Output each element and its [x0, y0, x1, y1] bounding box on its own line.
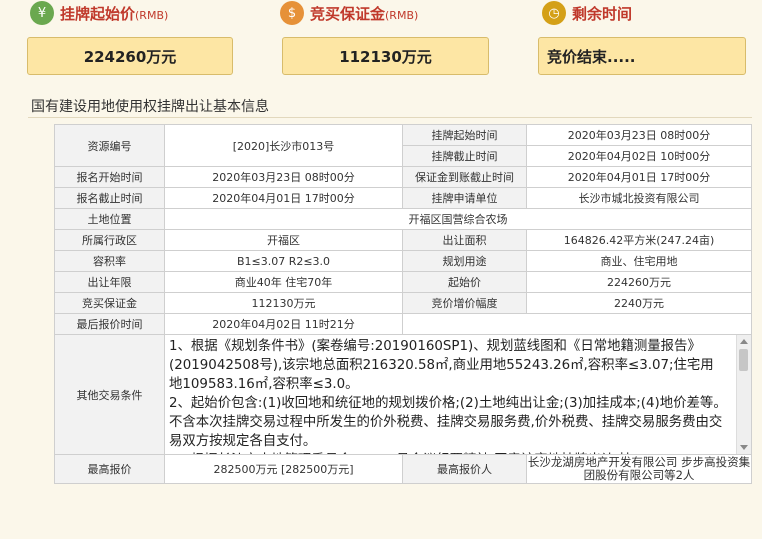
term-label: 出让年限 [54, 271, 165, 293]
table-row: 报名开始时间 2020年03月23日 08时00分 保证金到账截止时间 2020… [54, 166, 752, 188]
start-price-box: 224260万元 [27, 37, 233, 75]
start-price-row-value: 224260万元 [526, 271, 752, 293]
table-row: 容积率 B1≤3.07 R2≤3.0 规划用途 商业、住宅用地 [54, 250, 752, 272]
deposit-label: 竞买保证金 [54, 292, 165, 314]
start-price-value: 224260万元 [83, 47, 177, 66]
other-conditions-cell: 1、根据《规划条件书》(案卷编号:20190160SP1)、规划蓝线图和《日常地… [164, 334, 752, 455]
use-label: 规划用途 [402, 250, 527, 272]
reg-end-value: 2020年04月01日 17时00分 [164, 187, 403, 209]
remaining-time-title: 剩余时间 [572, 4, 633, 23]
reg-start-label: 报名开始时间 [54, 166, 165, 188]
asset-no-value: [2020]长沙市013号 [164, 124, 403, 167]
clock-icon: ◷ [542, 1, 566, 25]
table-row: 土地位置 开福区国营综合农场 [54, 208, 752, 230]
increment-label: 竞价增价幅度 [402, 292, 527, 314]
location-label: 土地位置 [54, 208, 165, 230]
vertical-scrollbar[interactable] [736, 335, 751, 454]
term-value: 商业40年 住宅70年 [164, 271, 403, 293]
top-price-label: 最高报价 [54, 454, 165, 484]
table-row: 竞买保证金 112130万元 竞价增价幅度 2240万元 [54, 292, 752, 314]
reg-start-value: 2020年03月23日 08时00分 [164, 166, 403, 188]
location-value: 开福区国营综合农场 [164, 208, 752, 230]
deposit-row-value: 112130万元 [164, 292, 403, 314]
district-value: 开福区 [164, 229, 403, 251]
applicant-label: 挂牌申请单位 [402, 187, 527, 209]
coins-icon: $ [280, 1, 304, 25]
start-price-header: ¥ 挂牌起始价(RMB) [30, 0, 168, 26]
use-value: 商业、住宅用地 [526, 250, 752, 272]
table-row: 报名截止时间 2020年04月01日 17时00分 挂牌申请单位 长沙市城北投资… [54, 187, 752, 209]
top-price-value: 282500万元 [282500万元] [164, 454, 403, 484]
table-row: 最后报价时间 2020年04月02日 11时21分 [54, 313, 752, 335]
listing-end-value: 2020年04月02日 10时00分 [526, 145, 752, 167]
table-row: 其他交易条件 1、根据《规划条件书》(案卷编号:20190160SP1)、规划蓝… [54, 334, 752, 455]
listing-start-label: 挂牌起始时间 [402, 124, 527, 146]
empty-cell [402, 313, 752, 335]
scroll-down-arrow-icon[interactable] [740, 445, 748, 450]
table-row: 资源编号 [2020]长沙市013号 挂牌起始时间 2020年03月23日 08… [54, 124, 752, 167]
listing-start-value: 2020年03月23日 08时00分 [526, 124, 752, 146]
area-label: 出让面积 [402, 229, 527, 251]
far-value: B1≤3.07 R2≤3.0 [164, 250, 403, 272]
last-bid-time-value: 2020年04月02日 11时21分 [164, 313, 403, 335]
header-bar: ¥ 挂牌起始价(RMB) $ 竞买保证金(RMB) ◷ 剩余时间 [0, 0, 762, 32]
scroll-up-arrow-icon[interactable] [740, 339, 748, 344]
last-bid-time-label: 最后报价时间 [54, 313, 165, 335]
deposit-title: 竞买保证金(RMB) [310, 4, 419, 23]
table-row: 所属行政区 开福区 出让面积 164826.42平方米(247.24亩) [54, 229, 752, 251]
top-bidder-value: 长沙龙湖房地产开发有限公司 步步高投资集团股份有限公司等2人 [526, 454, 752, 484]
district-label: 所属行政区 [54, 229, 165, 251]
remaining-time-header: ◷ 剩余时间 [542, 0, 632, 26]
start-price-title: 挂牌起始价(RMB) [60, 4, 169, 23]
area-value: 164826.42平方米(247.24亩) [526, 229, 752, 251]
other-conditions-label: 其他交易条件 [54, 334, 165, 455]
table-row: 最高报价 282500万元 [282500万元] 最高报价人 长沙龙湖房地产开发… [54, 454, 752, 484]
deposit-header: $ 竞买保证金(RMB) [280, 0, 418, 26]
top-bidder-label: 最高报价人 [402, 454, 527, 484]
increment-value: 2240万元 [526, 292, 752, 314]
status-box: 竞价结束..... [538, 37, 746, 75]
deposit-deadline-label: 保证金到账截止时间 [402, 166, 527, 188]
deposit-box: 112130万元 [282, 37, 489, 75]
applicant-value: 长沙市城北投资有限公司 [526, 187, 752, 209]
land-info-table: 资源编号 [2020]长沙市013号 挂牌起始时间 2020年03月23日 08… [54, 124, 752, 484]
listing-end-label: 挂牌截止时间 [402, 145, 527, 167]
section-divider [28, 117, 752, 118]
scrollbar-thumb[interactable] [739, 349, 748, 371]
other-conditions-text[interactable]: 1、根据《规划条件书》(案卷编号:20190160SP1)、规划蓝线图和《日常地… [166, 336, 751, 454]
section-title: 国有建设用地使用权挂牌出让基本信息 [31, 99, 269, 115]
deposit-value: 112130万元 [339, 47, 432, 66]
asset-no-label: 资源编号 [54, 124, 165, 167]
far-label: 容积率 [54, 250, 165, 272]
reg-end-label: 报名截止时间 [54, 187, 165, 209]
deposit-deadline-value: 2020年04月01日 17时00分 [526, 166, 752, 188]
money-bag-icon: ¥ [30, 1, 54, 25]
auction-status: 竞价结束..... [547, 47, 636, 66]
start-price-label: 起始价 [402, 271, 527, 293]
table-row: 出让年限 商业40年 住宅70年 起始价 224260万元 [54, 271, 752, 293]
